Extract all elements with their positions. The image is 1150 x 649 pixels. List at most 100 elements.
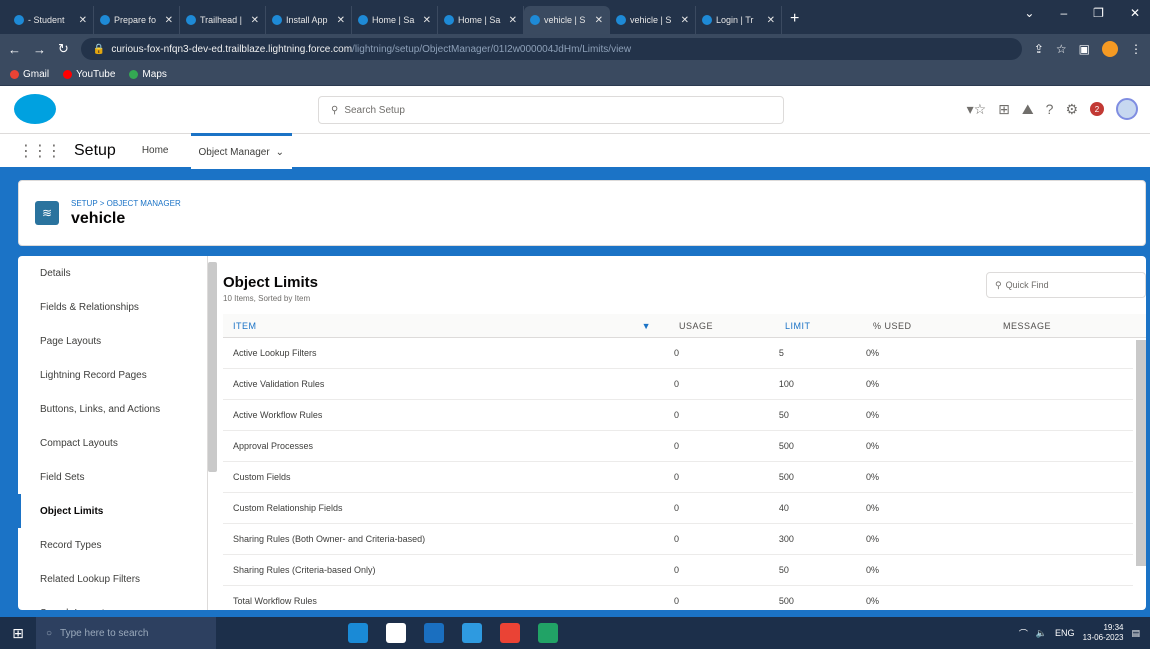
- column-header-used[interactable]: % USED: [863, 321, 993, 331]
- sidebar-item[interactable]: Lightning Record Pages: [18, 358, 207, 392]
- language-indicator[interactable]: ENG: [1055, 628, 1075, 638]
- sidebar-item[interactable]: Field Sets: [18, 460, 207, 494]
- bookmark-item[interactable]: Maps: [129, 69, 167, 80]
- photos-icon[interactable]: [462, 623, 482, 643]
- gear-icon[interactable]: ⚙: [1065, 101, 1078, 118]
- sidebar-item[interactable]: Fields & Relationships: [18, 290, 207, 324]
- column-header-item[interactable]: ITEM ▼: [223, 321, 663, 331]
- table-row: Active Validation Rules 0 100 0%: [223, 369, 1133, 400]
- reload-icon[interactable]: ↻: [58, 41, 69, 57]
- volume-icon[interactable]: 🔈: [1036, 628, 1047, 639]
- cell-usage: 0: [674, 472, 680, 482]
- table-row: Approval Processes 0 500 0%: [223, 431, 1133, 462]
- close-tab-icon[interactable]: ✕: [165, 15, 173, 26]
- bookmark-item[interactable]: Gmail: [10, 69, 49, 80]
- sort-arrow-icon[interactable]: ▼: [642, 321, 651, 331]
- user-avatar[interactable]: [1116, 98, 1138, 120]
- browser-tab[interactable]: Prepare fo ✕: [94, 6, 180, 34]
- cell-limit: 5: [778, 348, 784, 358]
- close-tab-icon[interactable]: ✕: [423, 15, 431, 26]
- browser-tab[interactable]: Install App ✕: [266, 6, 352, 34]
- nav-home[interactable]: Home: [134, 133, 177, 169]
- tab-search-icon[interactable]: ⌄: [1024, 6, 1034, 20]
- network-icon[interactable]: ⌒: [1019, 627, 1028, 640]
- favicon-icon: [444, 15, 454, 25]
- nav-object-manager[interactable]: Object Manager ⌄: [190, 132, 293, 169]
- url-field[interactable]: 🔒 curious-fox-nfqn3-dev-ed.trailblaze.li…: [80, 38, 1022, 60]
- close-tab-icon[interactable]: ✕: [767, 15, 775, 26]
- share-icon[interactable]: ⇪: [1034, 42, 1044, 56]
- sidebar-item[interactable]: Buttons, Links, and Actions: [18, 392, 207, 426]
- setup-search[interactable]: ⚲ Search Setup: [318, 96, 784, 124]
- taskbar-search[interactable]: ○ Type here to search: [36, 617, 216, 649]
- chrome-icon[interactable]: [500, 623, 520, 643]
- global-actions-icon[interactable]: ⊞: [998, 101, 1010, 118]
- cell-usage: 0: [674, 348, 680, 358]
- bookmarks-bar: Gmail YouTube Maps: [0, 64, 1150, 86]
- edge-icon[interactable]: [348, 623, 368, 643]
- browser-tab[interactable]: Trailhead | ✕: [180, 6, 266, 34]
- app-launcher-icon[interactable]: ⋮⋮⋮: [18, 141, 62, 161]
- quick-find-input[interactable]: ⚲ Quick Find: [986, 272, 1146, 298]
- table-row: Active Workflow Rules 0 50 0%: [223, 400, 1133, 431]
- breadcrumb[interactable]: SETUP > OBJECT MANAGER: [71, 199, 181, 208]
- column-header-limit[interactable]: LIMIT: [775, 321, 863, 331]
- sidebar-item[interactable]: Related Lookup Filters: [18, 562, 207, 596]
- back-icon[interactable]: ←: [8, 42, 21, 57]
- profile-avatar[interactable]: [1102, 41, 1118, 57]
- forward-icon[interactable]: →: [33, 42, 46, 57]
- object-limits-content: Object Limits 10 Items, Sorted by Item ⚲…: [223, 256, 1146, 610]
- minimize-icon[interactable]: –: [1060, 6, 1067, 20]
- sidebar-item[interactable]: Page Layouts: [18, 324, 207, 358]
- store-icon[interactable]: [386, 623, 406, 643]
- favorites-icon[interactable]: ▾☆: [967, 101, 987, 118]
- nav-object-manager-label: Object Manager: [198, 146, 270, 158]
- browser-tab[interactable]: - Student ✕: [8, 6, 94, 34]
- trailhead-icon[interactable]: ⛰: [1022, 101, 1034, 118]
- clock[interactable]: 19:34 13-06-2023: [1083, 623, 1124, 643]
- sidebar-item[interactable]: Record Types: [18, 528, 207, 562]
- column-header-usage[interactable]: USAGE: [663, 321, 775, 331]
- browser-tab-strip: - Student ✕ Prepare fo ✕ Trailhead | ✕ Install…: [0, 0, 1150, 34]
- close-tab-icon[interactable]: ✕: [595, 15, 603, 26]
- chevron-down-icon[interactable]: ⌄: [276, 147, 284, 158]
- cell-limit: 500: [778, 441, 794, 451]
- sidebar-item[interactable]: Details: [18, 256, 207, 290]
- column-header-message[interactable]: MESSAGE: [993, 321, 1143, 331]
- sidepanel-icon[interactable]: ▣: [1079, 42, 1090, 56]
- close-tab-icon[interactable]: ✕: [251, 15, 259, 26]
- sidebar-item[interactable]: Compact Layouts: [18, 426, 207, 460]
- menu-icon[interactable]: ⋮: [1130, 42, 1142, 56]
- browser-tab[interactable]: vehicle | S ✕: [524, 6, 610, 34]
- sidebar-scrollbar[interactable]: [208, 262, 217, 472]
- browser-tab[interactable]: vehicle | S ✕: [610, 6, 696, 34]
- notifications-icon[interactable]: ▤: [1131, 628, 1140, 639]
- close-window-icon[interactable]: ✕: [1130, 6, 1140, 20]
- browser-tab[interactable]: Login | Tr ✕: [696, 6, 782, 34]
- mail-icon[interactable]: [424, 623, 444, 643]
- new-tab-button[interactable]: +: [790, 10, 799, 34]
- sidebar-item[interactable]: Search Layouts: [18, 596, 207, 611]
- table-scrollbar[interactable]: [1136, 340, 1146, 566]
- star-icon[interactable]: ☆: [1056, 42, 1067, 56]
- sidebar-item[interactable]: Object Limits: [18, 494, 207, 528]
- close-tab-icon[interactable]: ✕: [79, 15, 87, 26]
- bookmark-item[interactable]: YouTube: [63, 69, 115, 80]
- maximize-icon[interactable]: ❐: [1093, 6, 1104, 20]
- notification-bell-icon[interactable]: 2: [1090, 102, 1104, 116]
- help-icon[interactable]: ?: [1046, 101, 1054, 117]
- address-toolbar: ← → ↻ 🔒 curious-fox-nfqn3-dev-ed.trailbl…: [0, 34, 1150, 64]
- column-label-item: ITEM: [233, 320, 257, 331]
- close-tab-icon[interactable]: ✕: [337, 15, 345, 26]
- browser-tab[interactable]: Home | Sa ✕: [438, 6, 524, 34]
- table-header: ITEM ▼ USAGE LIMIT % USED MESSAGE: [223, 314, 1146, 338]
- cell-used: 0%: [866, 565, 880, 575]
- close-tab-icon[interactable]: ✕: [681, 15, 689, 26]
- salesforce-logo[interactable]: [14, 94, 56, 124]
- drive-icon[interactable]: [538, 623, 558, 643]
- close-tab-icon[interactable]: ✕: [509, 15, 517, 26]
- browser-tab[interactable]: Home | Sa ✕: [352, 6, 438, 34]
- cell-limit: 500: [778, 472, 794, 482]
- cell-item: Custom Fields: [233, 472, 291, 482]
- windows-start-icon[interactable]: ⊞: [0, 625, 36, 642]
